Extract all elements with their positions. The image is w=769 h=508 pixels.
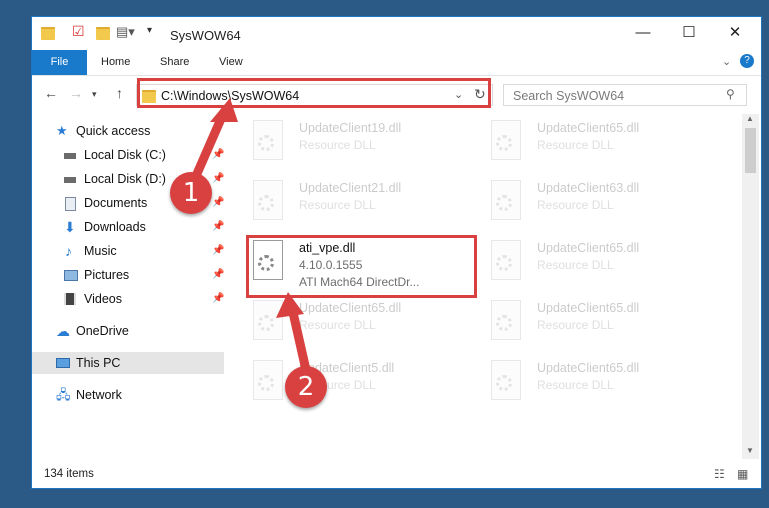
arrow-2-head bbox=[276, 292, 304, 318]
annotation-arrows bbox=[191, 98, 311, 375]
step-badge-1: 1 bbox=[170, 172, 212, 214]
arrow-2-shaft bbox=[287, 303, 311, 375]
arrow-1-head bbox=[210, 98, 238, 122]
step-badge-2: 2 bbox=[285, 366, 327, 408]
